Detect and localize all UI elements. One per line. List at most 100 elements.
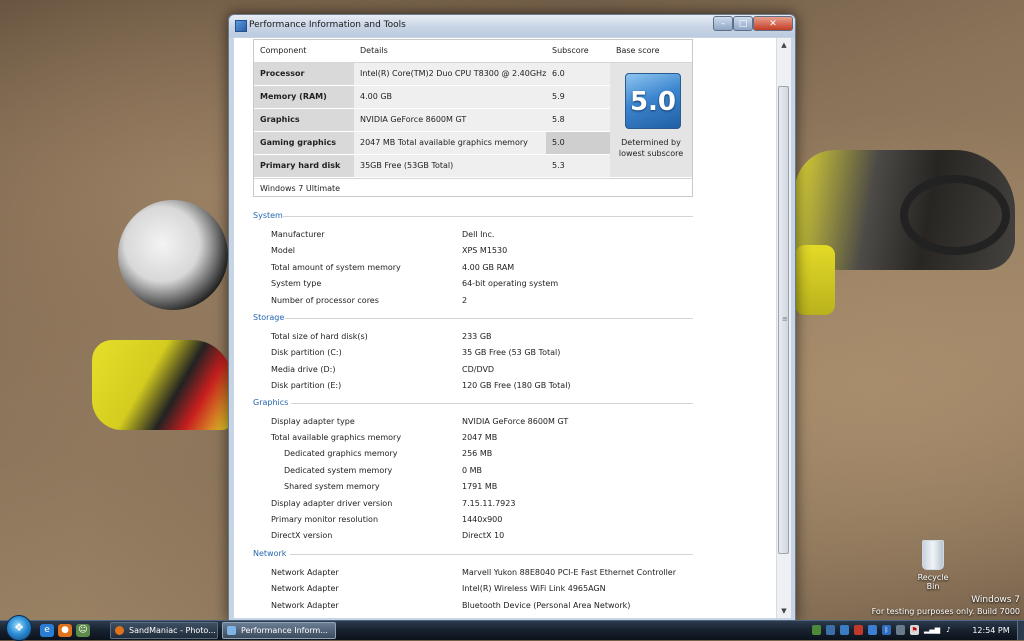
performance-app-icon bbox=[235, 20, 247, 32]
display-icon[interactable] bbox=[840, 625, 849, 635]
action-center-flag-icon[interactable]: ⚑ bbox=[910, 625, 919, 635]
base-score-panel: 5.0 Determined by lowest subscore bbox=[610, 63, 692, 177]
row-component: Gaming graphics bbox=[254, 132, 354, 154]
minimize-icon: – bbox=[720, 18, 726, 29]
prop-label: Model bbox=[271, 246, 296, 255]
prop-label: Shared system memory bbox=[284, 482, 380, 491]
tray-app-icon[interactable] bbox=[896, 625, 905, 635]
scrollbar-thumb[interactable]: ≡ bbox=[778, 86, 789, 554]
score-table-header: Component Details Subscore Base score bbox=[254, 40, 692, 63]
taskbar-clock[interactable]: 12:54 PM bbox=[966, 621, 1016, 640]
prop-label: DirectX version bbox=[271, 531, 333, 540]
window-content: Component Details Subscore Base score Pr… bbox=[234, 38, 791, 618]
vertical-scrollbar[interactable]: ▲ ≡ ▼ bbox=[776, 38, 791, 618]
row-details: 2047 MB Total available graphics memory bbox=[360, 138, 528, 147]
section-storage: Storage bbox=[253, 313, 693, 322]
section-graphics: Graphics bbox=[253, 398, 693, 407]
header-component: Component bbox=[260, 46, 307, 55]
section-divider bbox=[285, 318, 693, 319]
prop-value: Marvell Yukon 88E8040 PCI-E Fast Etherne… bbox=[462, 568, 676, 577]
base-score-caption: Determined by lowest subscore bbox=[618, 138, 684, 158]
volume-icon[interactable]: ♪ bbox=[944, 625, 953, 635]
prop-value: 7.15.11.7923 bbox=[462, 499, 516, 508]
header-details: Details bbox=[360, 46, 388, 55]
tray-app-icon[interactable] bbox=[868, 625, 877, 635]
scroll-down-arrow-icon[interactable]: ▼ bbox=[777, 604, 791, 618]
notification-area: ᛒ ⚑ ▂▄▆ ♪ bbox=[808, 623, 958, 638]
recycle-bin-label: Recycle Bin bbox=[917, 573, 949, 591]
section-divider bbox=[290, 554, 693, 555]
performance-window: Performance Information and Tools – □ ✕ … bbox=[228, 14, 796, 622]
prop-label: Number of processor cores bbox=[271, 296, 379, 305]
bluetooth-icon[interactable]: ᛒ bbox=[882, 625, 891, 635]
prop-label: Manufacturer bbox=[271, 230, 325, 239]
prop-label: Total amount of system memory bbox=[271, 263, 401, 272]
prop-value: 1791 MB bbox=[462, 482, 498, 491]
network-people-icon[interactable] bbox=[812, 625, 821, 635]
taskbar: ❖ e ● ☺ SandManiac - Photo... Performanc… bbox=[0, 615, 1024, 641]
row-details: 4.00 GB bbox=[360, 92, 393, 101]
section-system: System bbox=[253, 211, 693, 220]
section-divider bbox=[283, 216, 693, 217]
prop-label: Media drive (D:) bbox=[271, 365, 336, 374]
section-title: Network bbox=[253, 549, 287, 558]
prop-label: Total available graphics memory bbox=[271, 433, 402, 442]
prop-value: 1440x900 bbox=[462, 515, 503, 524]
close-button[interactable]: ✕ bbox=[753, 16, 793, 31]
firefox-icon[interactable]: ● bbox=[58, 624, 72, 637]
taskbar-button-label: SandManiac - Photo... bbox=[129, 626, 216, 635]
row-subscore: 5.3 bbox=[552, 161, 565, 170]
base-score-badge: 5.0 bbox=[625, 73, 681, 129]
window-title: Performance Information and Tools bbox=[249, 20, 406, 30]
start-button[interactable]: ❖ bbox=[6, 615, 32, 641]
recycle-bin-desktop-icon[interactable]: Recycle Bin bbox=[910, 540, 956, 591]
prop-label: Dedicated system memory bbox=[284, 466, 393, 475]
watermark-os: Windows 7 bbox=[971, 595, 1020, 605]
prop-label: Display adapter type bbox=[271, 417, 355, 426]
tray-app-icon[interactable] bbox=[826, 625, 835, 635]
prop-value: Dell Inc. bbox=[462, 230, 495, 239]
security-icon[interactable] bbox=[854, 625, 863, 635]
desktop-watermark: Windows 7 For testing purposes only. Bui… bbox=[872, 595, 1020, 617]
prop-label: Network Adapter bbox=[271, 568, 339, 577]
scroll-up-arrow-icon[interactable]: ▲ bbox=[777, 38, 791, 52]
score-table: Component Details Subscore Base score Pr… bbox=[253, 39, 693, 197]
prop-label: Display adapter driver version bbox=[271, 499, 393, 508]
wireless-signal-icon[interactable]: ▂▄▆ bbox=[924, 625, 940, 635]
prop-value: CD/DVD bbox=[462, 365, 495, 374]
internet-explorer-icon[interactable]: e bbox=[40, 624, 54, 637]
windows-logo-icon: ❖ bbox=[14, 621, 24, 634]
prop-value: 233 GB bbox=[462, 332, 492, 341]
row-subscore: 5.8 bbox=[552, 115, 565, 124]
header-subscore: Subscore bbox=[552, 46, 589, 55]
prop-value: 4.00 GB RAM bbox=[462, 263, 515, 272]
prop-value: 35 GB Free (53 GB Total) bbox=[462, 348, 561, 357]
maximize-button[interactable]: □ bbox=[733, 16, 753, 31]
section-title: System bbox=[253, 211, 283, 220]
prop-value: 2 bbox=[462, 296, 468, 305]
prop-value: Bluetooth Device (Personal Area Network) bbox=[462, 601, 631, 610]
performance-icon bbox=[227, 626, 236, 635]
section-divider bbox=[291, 403, 693, 404]
prop-value: NVIDIA GeForce 8600M GT bbox=[462, 417, 569, 426]
prop-value: 0 MB bbox=[462, 466, 483, 475]
row-component: Memory (RAM) bbox=[254, 86, 354, 108]
window-titlebar[interactable]: Performance Information and Tools – □ ✕ bbox=[229, 15, 795, 37]
show-desktop-button[interactable] bbox=[1017, 621, 1024, 640]
prop-label: Primary monitor resolution bbox=[271, 515, 379, 524]
prop-label: Disk partition (E:) bbox=[271, 381, 342, 390]
close-icon: ✕ bbox=[769, 18, 777, 29]
prop-value: 64-bit operating system bbox=[462, 279, 559, 288]
recycle-bin-icon bbox=[922, 540, 944, 570]
section-network: Network bbox=[253, 549, 693, 558]
prop-label: Dedicated graphics memory bbox=[284, 449, 398, 458]
users-icon[interactable]: ☺ bbox=[76, 624, 90, 637]
prop-label: Disk partition (C:) bbox=[271, 348, 342, 357]
row-component: Graphics bbox=[254, 109, 354, 131]
wallpaper-rider-jersey bbox=[92, 340, 232, 430]
row-subscore: 5.0 bbox=[546, 132, 610, 154]
taskbar-button-photo[interactable]: SandManiac - Photo... bbox=[110, 622, 218, 639]
prop-label: Network Adapter bbox=[271, 584, 339, 593]
taskbar-button-performance[interactable]: Performance Inform... bbox=[222, 622, 336, 639]
minimize-button[interactable]: – bbox=[713, 16, 733, 31]
